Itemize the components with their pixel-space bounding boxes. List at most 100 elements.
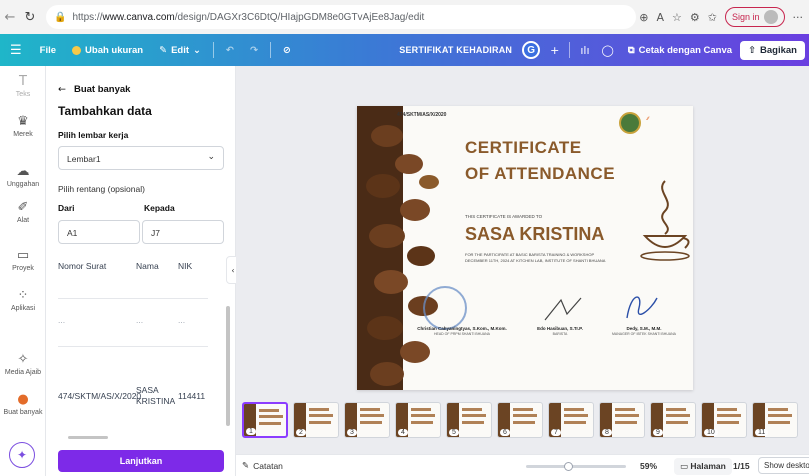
certificate-title: CERTIFICATE (465, 138, 582, 157)
add-collaborator-icon[interactable]: + (544, 44, 565, 57)
undo-icon[interactable]: ↶ (218, 45, 242, 56)
continue-button[interactable]: Lanjutkan (58, 450, 224, 472)
sign-in-button[interactable]: Sign in (724, 7, 785, 27)
thumbnail-line (666, 414, 690, 417)
horizontal-scrollbar[interactable] (68, 436, 108, 439)
canvas-area[interactable]: 474/SKTM/AS/X/2020 ∕∕ CERTIFICATE OF ATT… (236, 66, 809, 454)
reload-icon[interactable]: ↻ (20, 10, 40, 25)
desktop-app-tooltip[interactable]: Show deskto (758, 457, 809, 474)
from-input[interactable]: A1 (58, 220, 140, 244)
table-row: 474/SKTM/AS/X/2020 SASA KRISTINA 114411 (58, 347, 208, 443)
page-thumbnail[interactable]: 3 (344, 402, 390, 438)
cloud-saved-icon[interactable]: ⊘ (275, 45, 299, 56)
editor-toolbar: ☰ File Ubah ukuran ✎ Edit ⌄ ↶ ↷ ⊘ SERTIFIK… (0, 34, 809, 66)
page-thumbnail[interactable]: 2 (293, 402, 339, 438)
page-thumbnail[interactable]: 8 (599, 402, 645, 438)
rail-item-projects[interactable]: ▭ Proyek (0, 248, 46, 272)
thumbnail-line (309, 421, 331, 424)
collaborator-avatar[interactable]: G (522, 41, 541, 59)
thumbnail-line (360, 408, 380, 411)
redo-icon[interactable]: ↷ (242, 45, 266, 56)
bottom-bar: ✎ Catatan 59% ▭ Halaman 1/15 Show deskto (236, 454, 809, 476)
from-label: Dari (58, 203, 75, 213)
sheet-select[interactable]: Lembar1 ⌄ (58, 146, 224, 170)
zoom-slider-handle[interactable] (564, 462, 573, 471)
comment-icon[interactable]: ◯ (596, 44, 620, 57)
resize-button[interactable]: Ubah ukuran (64, 45, 151, 56)
table-cell: 114411 (178, 391, 206, 401)
magic-assistant-icon[interactable]: ✦ (9, 442, 35, 468)
page-count: 1/15 (733, 461, 750, 471)
zoom-icon[interactable]: ⊕ (639, 11, 648, 24)
arrow-left-icon: ← (58, 84, 66, 95)
page-thumbnail[interactable]: 1 (242, 402, 288, 438)
rail-label: Teks (15, 91, 31, 98)
back-arrow-icon[interactable]: ← (0, 10, 20, 25)
table-cell: SASA KRISTINA (136, 385, 176, 407)
crown-icon (72, 45, 82, 55)
page-thumbnails: 1 2 3 4 5 6 7 8 9 10 11 (236, 398, 809, 444)
to-input[interactable]: J7 (142, 220, 224, 244)
certificate-description: FOR THE PARTICIPATE AT BASIC BARISTA TRA… (465, 252, 606, 263)
url-path: /design/DAGXr3C6DtQ/HIajpGDM8e0GTvAjEe8J… (174, 11, 425, 23)
certificate-page[interactable]: 474/SKTM/AS/X/2020 ∕∕ CERTIFICATE OF ATT… (357, 106, 693, 390)
file-menu[interactable]: File (32, 45, 64, 56)
zoom-level[interactable]: 59% (640, 461, 657, 471)
sheet-label: Pilih lembar kerja (58, 130, 129, 140)
rail-item-text[interactable]: T Teks (0, 74, 46, 98)
to-label: Kepada (144, 203, 175, 213)
page-number: 9 (653, 429, 663, 436)
thumbnail-line (462, 414, 486, 417)
thumbnail-line (768, 408, 788, 411)
thumbnail-line (513, 408, 533, 411)
table-cell: ... (136, 315, 144, 325)
truck-icon: ⧉ (627, 44, 635, 56)
rail-label: Proyek (12, 265, 34, 272)
signer-role: BARISTA (552, 332, 568, 336)
rail-item-tools[interactable]: ✐ Alat (0, 200, 46, 224)
pages-button[interactable]: ▭ Halaman (674, 458, 732, 475)
column-header: Nama (136, 261, 159, 271)
notes-button[interactable]: ✎ Catatan (242, 461, 283, 471)
divider (569, 42, 571, 58)
page-thumbnail[interactable]: 5 (446, 402, 492, 438)
page-thumbnail[interactable]: 11 (752, 402, 798, 438)
menu-icon[interactable]: ☰ (0, 43, 32, 58)
edit-menu[interactable]: ✎ Edit ⌄ (151, 45, 209, 56)
zoom-slider[interactable] (526, 462, 626, 471)
page-thumbnail[interactable]: 10 (701, 402, 747, 438)
page-thumbnail[interactable]: 7 (548, 402, 594, 438)
document-title[interactable]: SERTIFIKAT KEHADIRAN (389, 45, 522, 55)
magic-media-icon: ✧ (17, 352, 29, 367)
chevron-down-icon: ⌄ (207, 152, 215, 162)
rail-item-uploads[interactable]: ☁ Unggahan (0, 164, 46, 188)
more-icon[interactable]: ··· (793, 11, 804, 24)
apps-grid-icon: ⁘ (17, 288, 29, 303)
notes-icon: ✎ (242, 460, 250, 471)
rail-item-brand[interactable]: ♛ Merek (0, 114, 46, 138)
thumbnail-line (513, 421, 535, 424)
rail-item-apps[interactable]: ⁘ Aplikasi (0, 288, 46, 312)
vertical-scrollbar[interactable] (226, 306, 230, 426)
certificate-serial: 474/SKTM/AS/X/2020 (397, 112, 447, 118)
thumbnail-line (411, 408, 431, 411)
extensions-icon[interactable]: ⚙ (690, 11, 700, 24)
back-button[interactable]: ← Buat banyak (58, 84, 130, 95)
analytics-icon[interactable]: ılı (574, 44, 595, 57)
page-thumbnail[interactable]: 9 (650, 402, 696, 438)
favorites-icon[interactable]: ✩ (708, 11, 717, 24)
rail-item-magic-media[interactable]: ✧ Media Ajaib (0, 352, 46, 376)
page-thumbnail[interactable]: 6 (497, 402, 543, 438)
favorite-star-icon[interactable]: ☆ (672, 11, 682, 24)
thumbnail-line (666, 408, 686, 411)
browser-actions: ⊕ A ☆ ⚙ ✩ Sign in ··· (639, 7, 809, 27)
brand-icon: ♛ (17, 114, 29, 129)
page-thumbnail[interactable]: 4 (395, 402, 441, 438)
thumbnail-line (259, 415, 283, 418)
address-bar[interactable]: 🔒 https://www.canva.com/design/DAGXr3C6D… (46, 5, 636, 29)
rail-item-bulk-create[interactable]: ● Buat banyak (0, 392, 46, 416)
print-button[interactable]: ⧉ Cetak dengan Canva (620, 45, 740, 56)
share-button[interactable]: ⇧ Bagikan (740, 40, 805, 60)
table-cell: 474/SKTM/AS/X/2020 (58, 391, 142, 401)
read-aloud-icon[interactable]: A (656, 11, 664, 24)
